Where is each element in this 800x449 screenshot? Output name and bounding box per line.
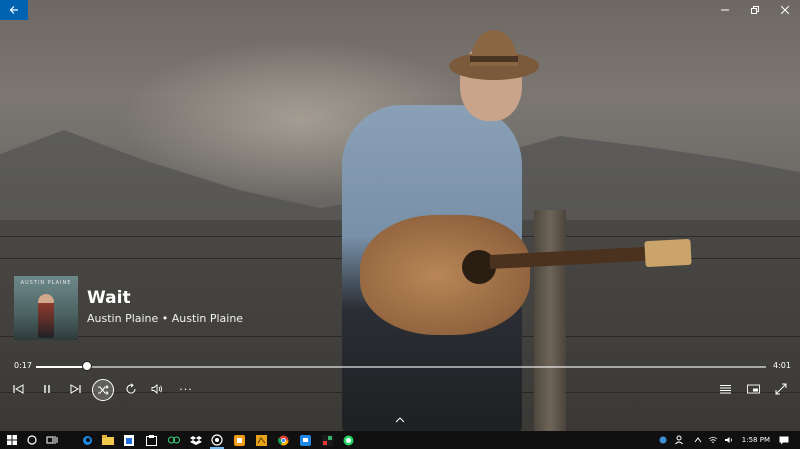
tray-app-icon [659, 436, 667, 444]
volume-button[interactable] [147, 380, 167, 398]
taskbar-file-explorer[interactable] [98, 431, 118, 449]
tray-people[interactable] [670, 431, 690, 449]
file-explorer-icon [102, 435, 114, 445]
taskbar-edge[interactable] [77, 431, 97, 449]
back-button[interactable] [0, 0, 28, 20]
app-red-icon [321, 434, 333, 446]
total-time: 4:01 [773, 361, 791, 370]
list-icon [719, 385, 731, 394]
minimize-button[interactable] [710, 0, 740, 20]
people-icon [675, 435, 683, 445]
taskbar-app-blue[interactable] [295, 431, 315, 449]
fence-post [534, 210, 566, 431]
chrome-icon [277, 435, 288, 445]
track-title[interactable]: Wait [87, 288, 131, 308]
groove-icon [211, 434, 223, 446]
album-art[interactable]: AUSTIN PLAINE [14, 276, 78, 340]
restore-button[interactable] [740, 0, 770, 20]
full-screen-icon [775, 383, 787, 395]
taskbar-link-app[interactable] [164, 431, 184, 449]
skip-next-icon [70, 384, 81, 394]
pause-button[interactable] [37, 380, 57, 398]
restore-icon [751, 6, 759, 14]
guitar-headstock [644, 238, 692, 268]
skip-previous-icon [13, 384, 24, 394]
full-screen-button[interactable] [771, 380, 791, 398]
taskbar-chrome[interactable] [273, 431, 293, 449]
chevron-up-icon [395, 417, 405, 423]
taskbar-clock[interactable]: 1:58 PM [742, 431, 770, 449]
seek-bar-fill [36, 366, 88, 368]
app-orange-icon [233, 434, 245, 446]
mini-view-button[interactable] [743, 380, 763, 398]
taskbar-groove[interactable] [207, 431, 227, 449]
cortana-icon [27, 435, 37, 445]
elapsed-time: 0:17 [14, 361, 32, 370]
task-view-icon [46, 436, 58, 444]
edge-icon [82, 435, 92, 445]
back-arrow-icon [9, 6, 18, 14]
taskbar-calendar[interactable] [141, 431, 161, 449]
minimize-icon [721, 9, 729, 11]
album-art-text: AUSTIN PLAINE [20, 280, 72, 286]
more-options-button[interactable]: ··· [176, 380, 196, 398]
shuffle-icon [98, 385, 109, 395]
volume-icon [725, 437, 732, 443]
whatsapp-icon [343, 435, 353, 445]
expand-button[interactable] [392, 417, 408, 427]
guitar-body [360, 215, 530, 335]
taskbar-dropbox[interactable] [186, 431, 206, 449]
store-icon [124, 434, 134, 446]
taskbar-app-red[interactable] [317, 431, 337, 449]
tray-volume[interactable] [719, 431, 739, 449]
calendar-icon [145, 434, 157, 446]
notification-icon [779, 436, 789, 444]
repeat-button[interactable] [121, 380, 141, 398]
taskbar: 1:58 PM [0, 431, 800, 449]
mini-view-icon [746, 384, 760, 394]
album-art-figure [38, 294, 54, 338]
task-view-button[interactable] [42, 431, 62, 449]
taskbar-app-amber[interactable] [251, 431, 271, 449]
taskbar-store[interactable] [119, 431, 139, 449]
chevron-up-icon [694, 437, 702, 443]
track-artist-album[interactable]: Austin Plaine • Austin Plaine [87, 312, 243, 325]
start-icon [7, 435, 17, 445]
hat-shape [449, 30, 539, 80]
seek-bar[interactable] [36, 366, 766, 368]
start-button[interactable] [2, 431, 22, 449]
shuffle-button[interactable] [92, 379, 114, 401]
volume-icon [151, 384, 162, 394]
close-button[interactable] [770, 0, 800, 20]
close-icon [781, 6, 789, 14]
wifi-icon [708, 436, 718, 443]
link-icon [168, 436, 180, 444]
next-button[interactable] [65, 380, 85, 398]
dropbox-icon [190, 436, 202, 445]
app-blue-icon [299, 434, 311, 446]
pause-icon [44, 385, 50, 393]
previous-button[interactable] [9, 380, 29, 398]
repeat-icon [126, 383, 136, 394]
now-playing-list-button[interactable] [715, 380, 735, 398]
taskbar-whatsapp[interactable] [338, 431, 358, 449]
taskbar-app-orange[interactable] [229, 431, 249, 449]
window-controls [710, 0, 800, 20]
app-amber-icon [255, 434, 267, 446]
cortana-button[interactable] [22, 431, 42, 449]
action-center-button[interactable] [776, 431, 792, 449]
